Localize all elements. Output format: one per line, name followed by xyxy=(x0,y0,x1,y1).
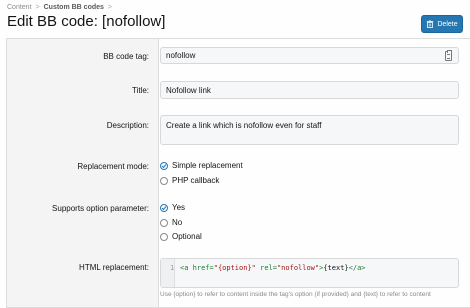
title-value: Nofollow link xyxy=(166,85,211,95)
page-title: Edit BB code: [nofollow] xyxy=(7,13,166,30)
breadcrumb-separator: > xyxy=(107,4,113,11)
bb-code-tag-input[interactable]: nofollow xyxy=(160,47,459,64)
bb-code-tag-label: BB code tag: xyxy=(103,52,149,61)
delete-button-label: Delete xyxy=(437,20,458,28)
breadcrumb: Content > Custom BB codes > xyxy=(7,2,116,13)
code-token-text: {text} xyxy=(323,264,349,272)
delete-button[interactable]: Delete xyxy=(421,15,463,33)
html-replacement-hint: Use {option} to refer to content inside … xyxy=(160,291,431,298)
title-input[interactable]: Nofollow link xyxy=(160,81,459,99)
radio-option-no[interactable]: No xyxy=(160,218,182,227)
radio-unchecked-icon[interactable] xyxy=(160,232,168,241)
radio-php-callback[interactable]: PHP callback xyxy=(160,176,219,185)
option-parameter-label: Supports option parameter: xyxy=(52,204,149,213)
code-token-attr: rel= xyxy=(255,264,277,272)
radio-label: Optional xyxy=(172,232,202,241)
code-line: <a href="{option}" rel="nofollow">{text}… xyxy=(180,264,366,272)
replacement-mode-label: Replacement mode: xyxy=(77,162,149,171)
breadcrumb-separator: > xyxy=(35,4,40,11)
html-replacement-label: HTML replacement: xyxy=(79,263,149,272)
radio-option-optional[interactable]: Optional xyxy=(160,232,202,241)
trash-icon xyxy=(427,20,434,28)
radio-unchecked-icon[interactable] xyxy=(160,176,168,185)
breadcrumb-custom-bb-codes[interactable]: Custom BB codes xyxy=(44,4,104,11)
radio-label: Yes xyxy=(172,203,186,212)
radio-unchecked-icon[interactable] xyxy=(160,218,168,227)
description-label: Description: xyxy=(106,121,149,130)
radio-checked-icon[interactable] xyxy=(160,203,168,212)
line-number: 1 xyxy=(170,264,175,272)
description-textarea[interactable]: Create a link which is nofollow even for… xyxy=(160,115,459,145)
radio-label: Simple replacement xyxy=(172,161,243,170)
clipboard-icon[interactable] xyxy=(445,50,452,61)
bb-code-tag-value: nofollow xyxy=(166,51,196,60)
breadcrumb-content[interactable]: Content xyxy=(7,4,32,11)
radio-simple-replacement[interactable]: Simple replacement xyxy=(160,161,243,170)
radio-option-yes[interactable]: Yes xyxy=(160,203,185,212)
code-token-open: <a xyxy=(180,264,193,272)
html-replacement-editor[interactable]: 1 <a href="{option}" rel="nofollow">{tex… xyxy=(160,258,459,288)
code-token-string: "{option}" xyxy=(213,264,256,272)
code-token-string: "nofollow" xyxy=(276,264,320,272)
description-value: Create a link which is nofollow even for… xyxy=(166,121,322,130)
title-label: Title: xyxy=(131,86,149,95)
radio-label: No xyxy=(172,218,183,227)
code-token-end: </a> xyxy=(348,264,366,272)
code-token-attr: href= xyxy=(192,264,214,272)
radio-label: PHP callback xyxy=(172,176,220,185)
radio-checked-icon[interactable] xyxy=(160,161,168,170)
